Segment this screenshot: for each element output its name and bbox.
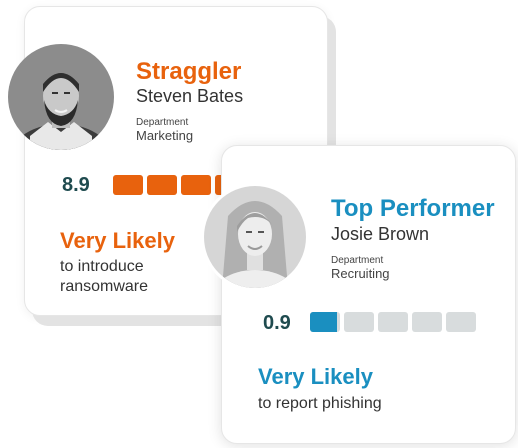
performer-risk-segment	[310, 312, 340, 332]
straggler-likelihood: Very Likely	[60, 228, 175, 253]
straggler-name: Steven Bates	[136, 86, 244, 106]
performer-title: Top Performer	[331, 195, 495, 222]
straggler-department-label: Department	[136, 117, 189, 128]
straggler-risk-segment	[181, 175, 211, 195]
straggler-score: 8.9	[62, 174, 90, 196]
performer-name: Josie Brown	[331, 224, 430, 244]
performer-risk-segment	[378, 312, 408, 332]
performer-risk-segment	[344, 312, 374, 332]
performer-department-label: Department	[331, 255, 384, 266]
performer-outcome: to report phishing	[258, 394, 382, 414]
straggler-risk-segment	[113, 175, 143, 195]
steven-bates-avatar	[8, 44, 114, 150]
performer-likelihood: Very Likely	[258, 364, 373, 389]
performer-risk-bar	[310, 312, 476, 332]
straggler-outcome: to introduce ransomware	[60, 257, 148, 297]
performer-outcome-line1: to report phishing	[258, 395, 382, 412]
performer-department: Recruiting	[331, 266, 390, 281]
straggler-department: Marketing	[136, 128, 194, 143]
performer-risk-segment	[446, 312, 476, 332]
josie-brown-avatar	[201, 183, 309, 291]
performer-score: 0.9	[263, 312, 291, 334]
straggler-outcome-line1: to introduce	[60, 258, 144, 275]
performer-risk-segment	[412, 312, 442, 332]
straggler-risk-segment	[147, 175, 177, 195]
straggler-title: Straggler	[136, 58, 242, 85]
straggler-outcome-line2: ransomware	[60, 278, 149, 295]
